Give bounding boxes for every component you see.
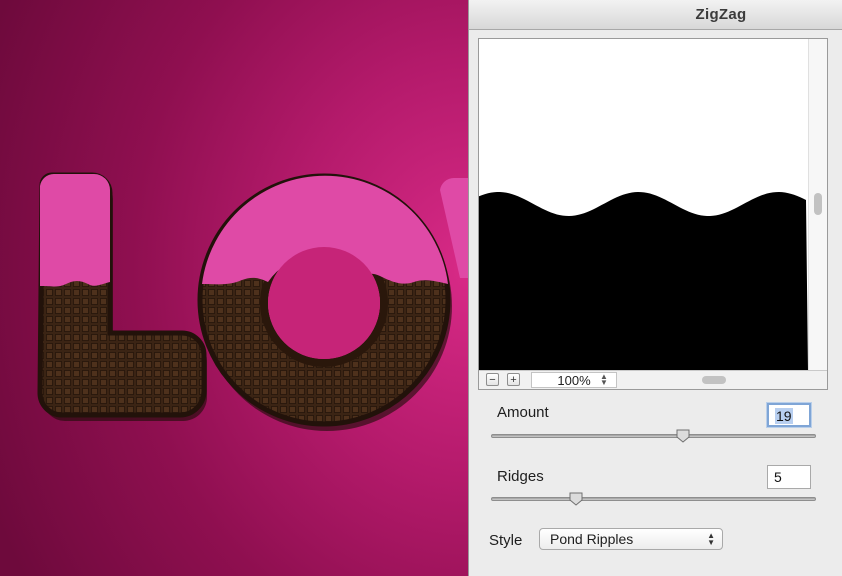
amount-slider[interactable]: [491, 434, 816, 438]
filter-preview[interactable]: − + 100% ▲ ▼: [478, 38, 828, 390]
title-bar[interactable]: ZigZag: [469, 0, 842, 30]
horizontal-scroll-thumb[interactable]: [702, 376, 726, 384]
ridges-input[interactable]: 5: [767, 465, 811, 489]
chocolate-love-artwork: [37, 172, 468, 431]
letter-o: [197, 173, 452, 431]
dialog-title: ZigZag: [695, 6, 747, 23]
style-dropdown[interactable]: Pond Ripples ▲ ▼: [539, 528, 723, 550]
updown-arrows-icon[interactable]: ▲ ▼: [597, 372, 611, 388]
ridges-slider-thumb[interactable]: [569, 492, 583, 506]
amount-label: Amount: [497, 404, 549, 421]
ridges-value: 5: [774, 469, 782, 485]
zigzag-dialog: ZigZag − + 100% ▲ ▼ Amount 19 Ridges 5 S…: [468, 0, 842, 576]
style-selected-value: Pond Ripples: [550, 531, 634, 547]
updown-arrows-icon: ▲ ▼: [707, 531, 715, 547]
amount-value: 19: [775, 408, 793, 424]
zoom-bar: − + 100% ▲ ▼: [479, 370, 827, 389]
zoom-in-button[interactable]: +: [507, 373, 520, 386]
vertical-scrollbar[interactable]: [808, 39, 827, 371]
amount-slider-thumb[interactable]: [676, 429, 690, 443]
style-label: Style: [489, 532, 523, 549]
wave-shape: [479, 192, 808, 371]
letter-l: [37, 172, 207, 421]
wave-preview-image: [479, 192, 808, 371]
vertical-scroll-thumb[interactable]: [814, 193, 822, 215]
zoom-out-button[interactable]: −: [486, 373, 499, 386]
amount-input[interactable]: 19: [767, 403, 811, 427]
document-canvas: [0, 0, 468, 576]
zoom-level-value: 100%: [557, 373, 591, 388]
ridges-label: Ridges: [497, 468, 544, 485]
ridges-slider[interactable]: [491, 497, 816, 501]
